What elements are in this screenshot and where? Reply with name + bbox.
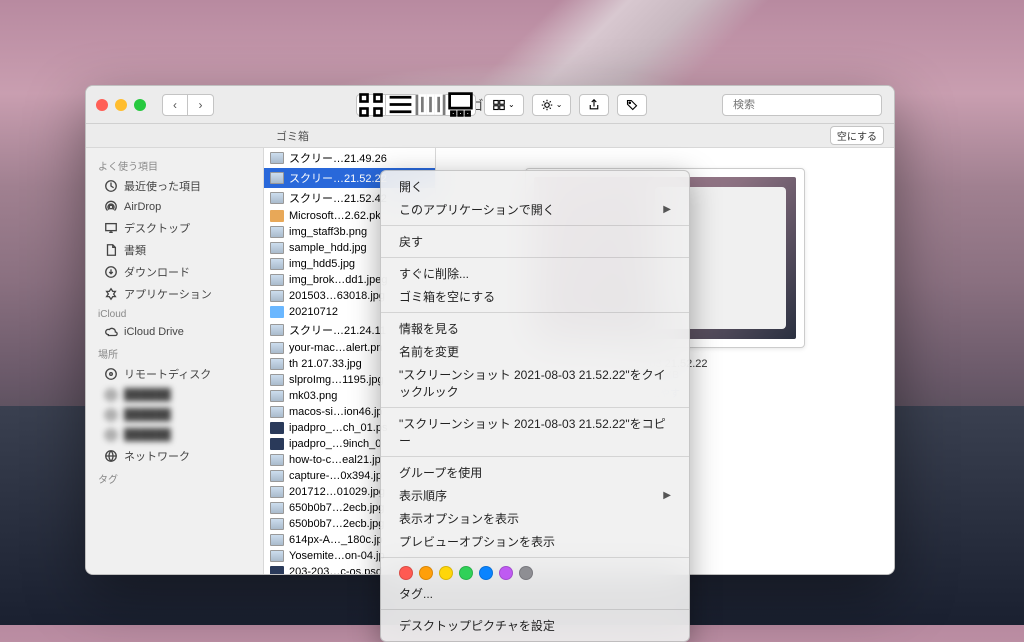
sidebar-item[interactable]: ██████ bbox=[86, 425, 263, 445]
tag-color[interactable] bbox=[499, 566, 513, 580]
image-icon bbox=[270, 274, 284, 286]
menu-item[interactable]: ゴミ箱を空にする bbox=[381, 285, 689, 308]
sidebar-item[interactable]: AirDrop bbox=[86, 197, 263, 217]
image-icon bbox=[270, 358, 284, 370]
image-icon bbox=[270, 518, 284, 530]
tag-color[interactable] bbox=[459, 566, 473, 580]
menu-separator bbox=[381, 225, 689, 226]
psd-icon bbox=[270, 422, 284, 434]
image-icon bbox=[270, 486, 284, 498]
menu-item[interactable]: 情報を見る bbox=[381, 317, 689, 340]
action-button[interactable]: ⌄ bbox=[532, 94, 572, 116]
context-menu: 開くこのアプリケーションで開く▶ 戻すすぐに削除...ゴミ箱を空にする情報を見る名… bbox=[380, 170, 690, 642]
menu-item[interactable]: 戻す bbox=[381, 230, 689, 253]
titlebar: ‹ › ゴミ箱 ⌄ ⌄ bbox=[86, 86, 894, 124]
back-button[interactable]: ‹ bbox=[162, 94, 188, 116]
image-icon bbox=[270, 470, 284, 482]
image-icon bbox=[270, 534, 284, 546]
menu-item[interactable]: タグ... bbox=[381, 582, 689, 605]
minimize-button[interactable] bbox=[115, 99, 127, 111]
folder-icon bbox=[270, 306, 284, 318]
gallery-view-button[interactable] bbox=[446, 94, 476, 116]
sidebar-heading: よく使う項目 bbox=[86, 154, 263, 175]
menu-item[interactable]: 表示オプションを表示 bbox=[381, 507, 689, 530]
sidebar-item[interactable]: 書類 bbox=[86, 239, 263, 261]
list-view-button[interactable] bbox=[386, 94, 416, 116]
package-icon bbox=[270, 210, 284, 222]
tag-color[interactable] bbox=[519, 566, 533, 580]
image-icon bbox=[270, 390, 284, 402]
nav-buttons: ‹ › bbox=[162, 94, 214, 116]
image-icon bbox=[270, 258, 284, 270]
menu-item[interactable]: このアプリケーションで開く▶ bbox=[381, 198, 689, 221]
sidebar-item[interactable]: ██████ bbox=[86, 405, 263, 425]
psd-icon bbox=[270, 566, 284, 574]
image-icon bbox=[270, 550, 284, 562]
menu-item[interactable]: 名前を変更 bbox=[381, 340, 689, 363]
view-switcher bbox=[356, 94, 476, 116]
image-icon bbox=[270, 324, 284, 336]
tag-color[interactable] bbox=[419, 566, 433, 580]
sidebar-item[interactable]: アプリケーション bbox=[86, 283, 263, 305]
column-view-button[interactable] bbox=[416, 94, 446, 116]
sidebar-heading: タグ bbox=[86, 467, 263, 488]
menu-separator bbox=[381, 312, 689, 313]
menu-separator bbox=[381, 257, 689, 258]
tag-color[interactable] bbox=[399, 566, 413, 580]
submenu-arrow-icon: ▶ bbox=[663, 490, 671, 501]
menu-item[interactable]: プレビューオプションを表示 bbox=[381, 530, 689, 553]
sidebar-item[interactable]: ██████ bbox=[86, 385, 263, 405]
menu-separator bbox=[381, 557, 689, 558]
image-icon bbox=[270, 290, 284, 302]
search-input[interactable] bbox=[733, 99, 875, 111]
menu-item[interactable]: すぐに削除... bbox=[381, 262, 689, 285]
menu-item[interactable]: "スクリーンショット 2021-08-03 21.52.22"をコピー bbox=[381, 412, 689, 452]
sidebar-item[interactable]: リモートディスク bbox=[86, 363, 263, 385]
image-icon bbox=[270, 152, 284, 164]
tag-color-row bbox=[381, 562, 689, 582]
share-button[interactable] bbox=[579, 94, 609, 116]
tag-color[interactable] bbox=[439, 566, 453, 580]
sidebar-heading: 場所 bbox=[86, 342, 263, 363]
psd-icon bbox=[270, 438, 284, 450]
image-icon bbox=[270, 502, 284, 514]
sidebar-item[interactable]: iCloud Drive bbox=[86, 322, 263, 342]
image-icon bbox=[270, 454, 284, 466]
group-button[interactable]: ⌄ bbox=[484, 94, 524, 116]
sidebar-item[interactable]: デスクトップ bbox=[86, 217, 263, 239]
menu-separator bbox=[381, 456, 689, 457]
submenu-arrow-icon: ▶ bbox=[663, 204, 671, 215]
close-button[interactable] bbox=[96, 99, 108, 111]
empty-trash-button[interactable]: 空にする bbox=[830, 126, 884, 145]
path-location: ゴミ箱 bbox=[276, 128, 309, 144]
image-icon bbox=[270, 342, 284, 354]
forward-button[interactable]: › bbox=[188, 94, 214, 116]
menu-item[interactable]: グループを使用 bbox=[381, 461, 689, 484]
tags-button[interactable] bbox=[617, 94, 647, 116]
menu-separator bbox=[381, 609, 689, 610]
menu-item[interactable]: デスクトップピクチャを設定 bbox=[381, 614, 689, 637]
menu-separator bbox=[381, 407, 689, 408]
search-field[interactable] bbox=[722, 94, 882, 116]
file-item[interactable]: スクリー…21.49.26 bbox=[264, 148, 435, 168]
sidebar-item[interactable]: 最近使った項目 bbox=[86, 175, 263, 197]
image-icon bbox=[270, 242, 284, 254]
sidebar-item[interactable]: ネットワーク bbox=[86, 445, 263, 467]
path-bar: ゴミ箱 空にする bbox=[86, 124, 894, 148]
icon-view-button[interactable] bbox=[356, 94, 386, 116]
image-icon bbox=[270, 192, 284, 204]
menu-item[interactable]: "スクリーンショット 2021-08-03 21.52.22"をクイックルック bbox=[381, 363, 689, 403]
image-icon bbox=[270, 406, 284, 418]
image-icon bbox=[270, 374, 284, 386]
sidebar: よく使う項目最近使った項目AirDropデスクトップ書類ダウンロードアプリケーシ… bbox=[86, 148, 264, 574]
maximize-button[interactable] bbox=[134, 99, 146, 111]
traffic-lights bbox=[96, 99, 146, 111]
tag-color[interactable] bbox=[479, 566, 493, 580]
image-icon bbox=[270, 226, 284, 238]
image-icon bbox=[270, 172, 284, 184]
menu-item[interactable]: 開く bbox=[381, 175, 689, 198]
sidebar-item[interactable]: ダウンロード bbox=[86, 261, 263, 283]
menu-item[interactable]: 表示順序▶ bbox=[381, 484, 689, 507]
sidebar-heading: iCloud bbox=[86, 305, 263, 322]
